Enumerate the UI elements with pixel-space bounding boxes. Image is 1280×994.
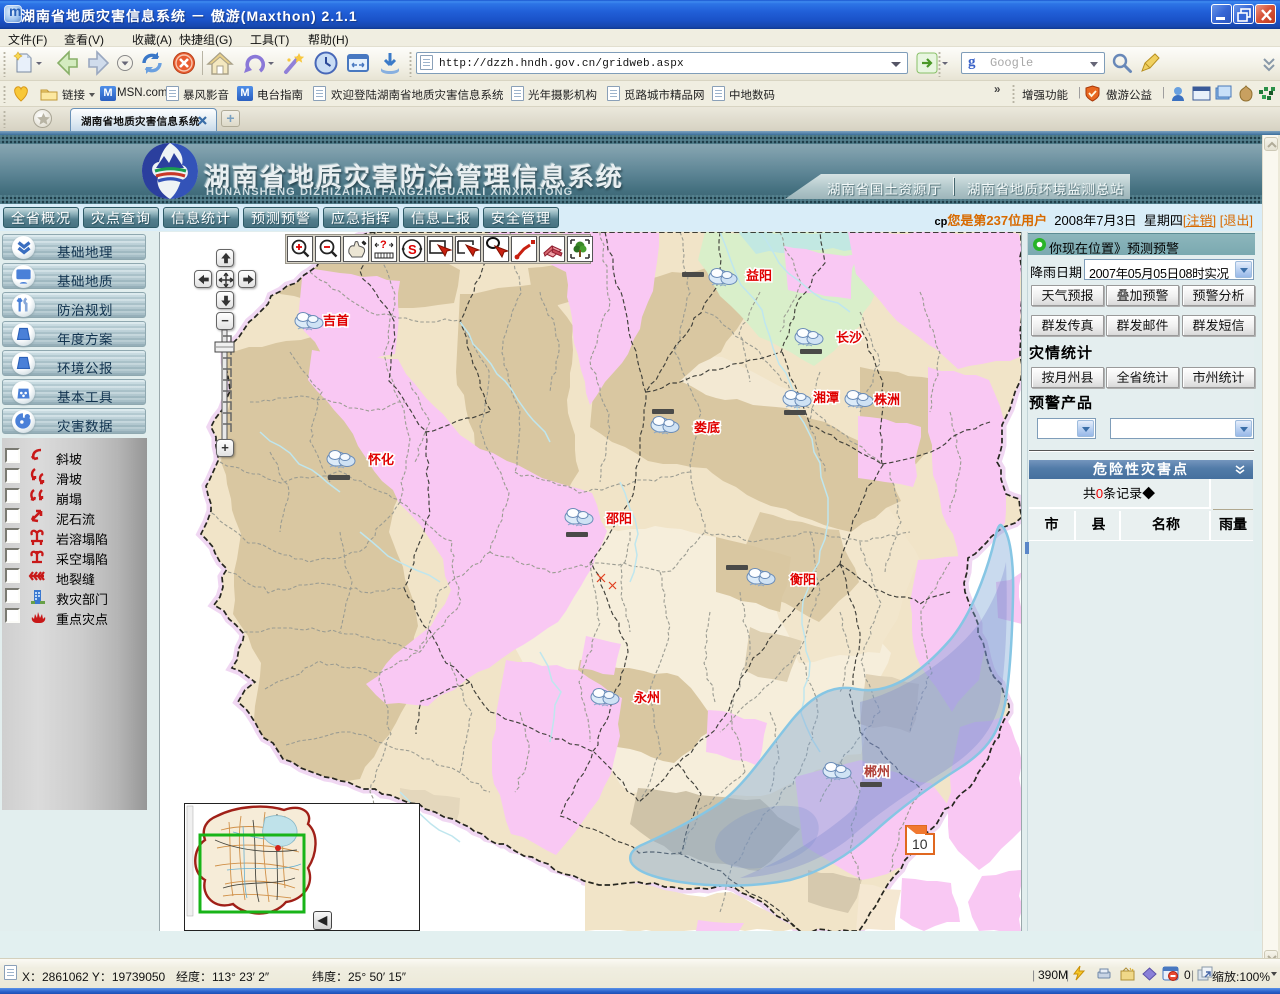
svg-text:邵阳: 邵阳 [605,511,632,526]
svg-text:湘潭: 湘潭 [813,390,839,405]
svg-text:吉首: 吉首 [323,313,349,328]
svg-text:S: S [408,242,417,257]
svg-text:怀化: 怀化 [368,452,394,467]
svg-text:衡阳: 衡阳 [790,572,816,587]
svg-text:长沙: 长沙 [836,330,862,345]
svg-text:10: 10 [912,836,928,852]
svg-text:?: ? [380,239,387,251]
svg-text:娄底: 娄底 [694,420,720,435]
svg-text:郴州: 郴州 [864,764,890,779]
svg-text:永州: 永州 [633,690,660,705]
svg-text:益阳: 益阳 [746,268,772,283]
svg-text:株洲: 株洲 [874,392,900,407]
